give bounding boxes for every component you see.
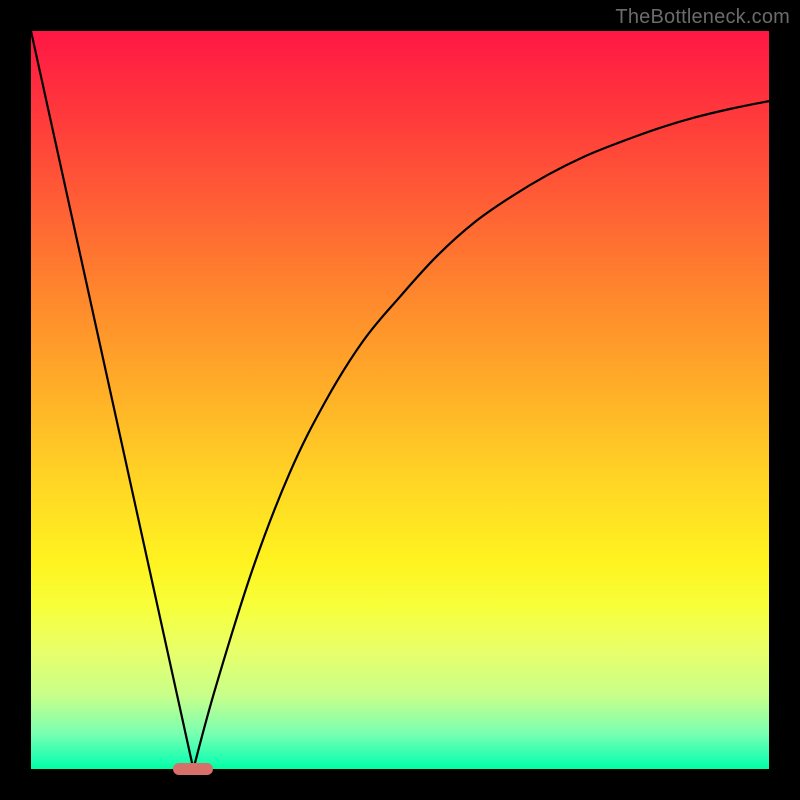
curve-layer [31,31,769,769]
right-curve-line [193,101,769,769]
plot-area [31,31,769,769]
chart-frame: TheBottleneck.com [0,0,800,800]
attribution-text: TheBottleneck.com [615,6,790,29]
left-slope-line [31,31,193,769]
minimum-marker [173,763,213,775]
